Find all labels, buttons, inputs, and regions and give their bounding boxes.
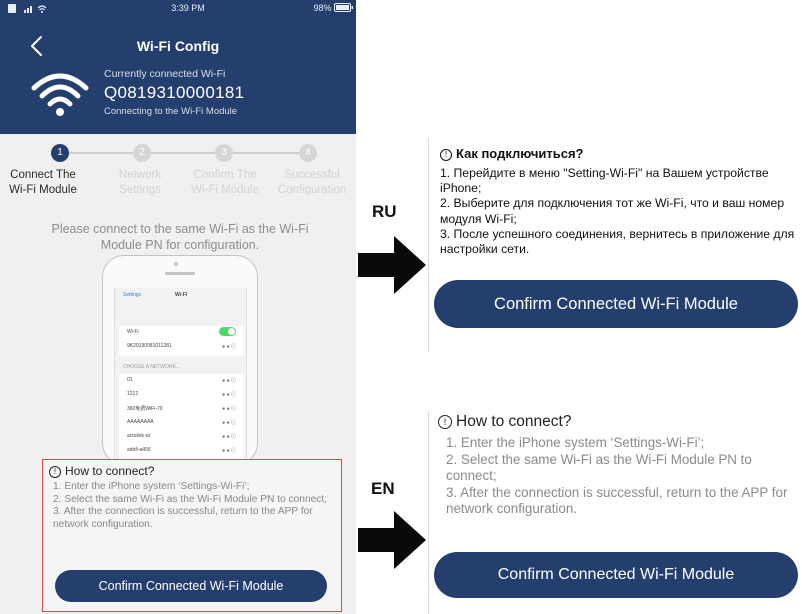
step-4-label-line2: Configuration xyxy=(277,184,347,196)
progress-stepper: 1 2 3 4 Connect The Wi-Fi Module Network… xyxy=(0,140,356,210)
en-help-step-3: 3. After the connection is successful, r… xyxy=(446,484,788,517)
en-confirm-connected-button[interactable]: Confirm Connected Wi-Fi Module xyxy=(434,552,798,598)
step-3-dot: 3 xyxy=(215,144,233,162)
iphone-illustration: Settings Wi-Fi Wi-Fi 9K20190081011281 ● … xyxy=(102,255,258,466)
step-1-dot: 1 xyxy=(51,144,69,162)
step-2-dot: 2 xyxy=(133,144,151,162)
preview-wifi-label: Wi-Fi xyxy=(127,329,139,335)
step-4-label: Successful Configuration xyxy=(262,168,356,198)
preview-network-name: 01 xyxy=(127,377,133,383)
how-to-connect-box: ! How to connect? 1. Enter the iPhone sys… xyxy=(42,459,342,612)
step-4-label-line1: Successful xyxy=(284,169,340,181)
en-help-title-text: How to connect? xyxy=(456,413,572,430)
battery-percent: 98% xyxy=(313,3,332,13)
help-title: ! How to connect? xyxy=(49,464,154,478)
status-bar-battery: 98% xyxy=(296,3,354,13)
step-3-label: Confirm The Wi-Fi Module xyxy=(175,168,275,198)
preview-network-row: actolink-sz ● ● ⓘ xyxy=(119,433,244,445)
help-step-2: 2. Select the same Wi-Fi as the Wi-Fi Mo… xyxy=(53,493,328,505)
ru-help-panel: ! Как подключиться? 1. Перейдите в меню "… xyxy=(428,134,802,352)
camera-dot xyxy=(174,262,178,266)
en-help-step-2: 2. Select the same Wi-Fi as the Wi-Fi Mo… xyxy=(446,451,752,484)
phone-screenshot: 3:39 PM 98% Wi-Fi Config Currently conne… xyxy=(0,0,356,614)
help-step-3: 3. After the connection is successful, r… xyxy=(53,506,313,530)
speaker-slot xyxy=(165,272,195,275)
status-bar-signal xyxy=(8,3,68,15)
arrow-right-icon xyxy=(358,236,426,294)
step-connector xyxy=(69,152,133,154)
connected-caption: Currently connected Wi-Fi xyxy=(104,68,226,80)
status-bar-time: 3:39 PM xyxy=(171,3,205,13)
preview-network-list: 01 ● ● ⓘ 1212 ● ● ⓘ 360免费WiFi-70 ● ● ⓘ AAAAAAA… xyxy=(119,374,244,466)
en-label: EN xyxy=(371,479,395,498)
signal-icon: ● ● ⓘ xyxy=(222,420,236,426)
signal-icon: ● ● ⓘ xyxy=(222,434,236,440)
preview-back-label: Settings xyxy=(123,292,142,298)
instruction-text: Please connect to the same Wi-Fi as the … xyxy=(51,222,309,252)
arrow-right-icon xyxy=(358,511,426,569)
connection-status: Connecting to the Wi-Fi Module xyxy=(104,106,238,117)
connected-ssid: Q0819310000181 xyxy=(104,83,245,102)
info-icon: ! xyxy=(438,415,452,429)
wifi-toggle xyxy=(219,327,236,336)
ru-help-steps: 1. Перейдите в меню "Setting-Wi-Fi" на В… xyxy=(440,166,802,257)
ru-help-step-3: 3. После успешного соединения, вернитесь… xyxy=(440,226,795,257)
en-help-panel: ! How to connect? 1. Enter the iPhone sys… xyxy=(428,405,802,614)
step-1-label-line2: Wi-Fi Module xyxy=(9,184,77,196)
preview-choose-text: CHOOSE A NETWORK... xyxy=(123,364,180,370)
preview-network-name: 360免费WiFi-70 xyxy=(127,406,163,412)
signal-icon: ● ● ⓘ xyxy=(222,448,236,454)
screen-title: Wi-Fi Config xyxy=(136,38,220,54)
help-steps: 1. Enter the iPhone system ‘Settings-Wi-… xyxy=(53,481,337,531)
preview-wifi-row: Wi-Fi xyxy=(119,327,244,339)
signal-icon: ● ● ⓘ xyxy=(222,392,236,398)
preview-network-name: 1212 xyxy=(127,391,139,397)
ru-help-title: ! Как подключиться? xyxy=(440,146,584,161)
preview-wifi-group: Wi-Fi 9K20190081011281 ● ● ⓘ xyxy=(119,326,244,356)
ru-help-title-text: Как подключиться? xyxy=(456,146,584,161)
ru-help-step-2: 2. Выберите для подключения тот же Wi-Fi… xyxy=(440,196,785,226)
ru-label: RU xyxy=(372,202,397,221)
step-1-label: Connect The Wi-Fi Module xyxy=(0,168,93,198)
preview-network-row: airbfi-a456 ● ● ⓘ xyxy=(119,447,244,459)
step-3-label-line1: Confirm The xyxy=(193,169,257,181)
preview-choose-label: CHOOSE A NETWORK... xyxy=(115,364,246,372)
step-connector xyxy=(151,152,215,154)
preview-network-name: airbfi-a456 xyxy=(127,447,151,453)
preview-connected-network: 9K20190081011281 xyxy=(127,343,172,349)
step-connector xyxy=(233,152,299,154)
ru-help-step-1: 1. Перейдите в меню "Setting-Wi-Fi" на В… xyxy=(440,166,769,196)
preview-network-row: 360免费WiFi-70 ● ● ⓘ xyxy=(119,405,244,417)
preview-title: Wi-Fi xyxy=(175,292,188,298)
signal-icon: ● ● ⓘ xyxy=(222,378,236,384)
step-1-label-line1: Connect The xyxy=(10,169,76,181)
en-help-steps: 1. Enter the iPhone system ‘Settings-Wi-… xyxy=(446,435,798,518)
preview-network-name: AAAAAAAA xyxy=(127,419,154,425)
wifi-icon xyxy=(30,70,90,118)
info-icon: ! xyxy=(440,149,452,161)
info-icon: ! xyxy=(49,466,61,478)
preview-network-row: 1212 ● ● ⓘ xyxy=(119,391,244,403)
header-bar: 3:39 PM 98% Wi-Fi Config Currently conne… xyxy=(0,0,356,134)
signal-icon: ● ● ⓘ xyxy=(222,344,236,350)
help-title-text: How to connect? xyxy=(65,464,155,478)
step-4-dot: 4 xyxy=(299,144,317,162)
help-step-1: 1. Enter the iPhone system ‘Settings-Wi-… xyxy=(53,481,250,492)
preview-network-name: actolink-sz xyxy=(127,433,151,439)
step-3-label-line2: Wi-Fi Module xyxy=(191,184,259,196)
battery-icon xyxy=(334,3,353,12)
settings-wifi-screen-preview: Settings Wi-Fi Wi-Fi 9K20190081011281 ● … xyxy=(114,288,247,466)
panel-divider xyxy=(428,138,429,352)
ru-confirm-connected-button[interactable]: Confirm Connected Wi-Fi Module xyxy=(434,280,798,328)
preview-network-row: 01 ● ● ⓘ xyxy=(119,377,244,389)
preview-connected-row: 9K20190081011281 ● ● ⓘ xyxy=(119,343,244,353)
confirm-connected-button[interactable]: Confirm Connected Wi-Fi Module xyxy=(55,570,327,602)
preview-nav: Settings Wi-Fi xyxy=(115,292,246,302)
en-help-title: ! How to connect? xyxy=(438,413,571,431)
preview-network-row: AAAAAAAA ● ● ⓘ xyxy=(119,419,244,431)
signal-icon: ● ● ⓘ xyxy=(222,406,236,412)
en-help-step-1: 1. Enter the iPhone system ‘Settings-Wi-… xyxy=(446,435,705,450)
panel-divider xyxy=(428,411,429,614)
